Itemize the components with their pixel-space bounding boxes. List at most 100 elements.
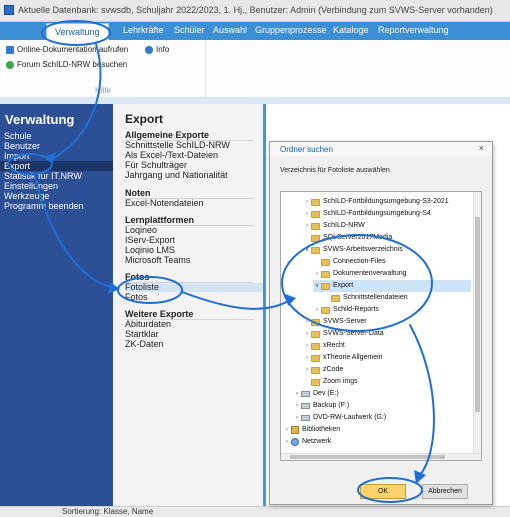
chevron-right-icon[interactable]: › [303,352,311,364]
tree-horizontal-scrollbar[interactable] [281,453,481,460]
dialog-description: Verzeichnis für Fotoliste auswählen [280,167,390,174]
tree-node[interactable]: › SchILD-Fortbildungsumgebung-S3-2021 [303,196,471,208]
nav-item-export[interactable]: Export [0,161,113,171]
chevron-right-icon[interactable]: › [303,196,311,208]
close-icon[interactable]: × [479,143,484,153]
tree-node[interactable]: Zoom imgs [303,376,471,388]
chevron-right-icon[interactable]: › [283,424,291,436]
tree-node[interactable]: › Dev (E:) [293,388,471,400]
chevron-right-icon[interactable]: › [313,268,321,280]
nav-item-import[interactable]: Import [0,151,113,161]
export-item-schnittstelle[interactable]: Schnittstelle SchILD-NRW [125,141,263,150]
tree-node[interactable]: ∨ Export [313,280,471,292]
export-item-fotos[interactable]: Fotos [125,293,263,302]
folder-dialog: Ordner suchen × Verzeichnis für Fotolist… [269,141,493,505]
tab-gruppenprozesse[interactable]: Gruppenprozesse [255,25,327,35]
export-item-teams[interactable]: Microsoft Teams [125,256,263,265]
export-item-notendateien[interactable]: Excel-Notendateien [125,199,263,208]
nav-item-programm-beenden[interactable]: Programm beenden [0,201,113,211]
chevron-right-icon[interactable]: › [313,304,321,316]
tab-schueler[interactable]: Schüler [174,25,205,35]
tree-node-label: Bibliotheken [302,426,341,433]
tree-node[interactable]: › zCode [303,364,471,376]
export-item-loqineo[interactable]: Loqineo [125,226,263,235]
chevron-down-icon[interactable]: ∨ [303,244,311,256]
chevron-down-icon[interactable]: ∨ [313,280,321,292]
folder-icon [331,294,340,302]
chevron-right-icon[interactable]: › [303,220,311,232]
export-item-schultraeger[interactable]: Für Schulträger [125,161,263,170]
export-item-fotoliste[interactable]: Fotoliste [125,283,263,292]
tree-node[interactable]: › Schild-Reports [313,304,471,316]
tree-vertical-scrollbar[interactable] [473,192,481,460]
ribbon-group-label: Hilfe [94,86,111,95]
export-item-iserv[interactable]: IServ-Export [125,236,263,245]
export-item-startklar[interactable]: Startklar [125,330,263,339]
chevron-right-icon[interactable]: › [293,412,301,424]
tree-node[interactable]: › SchILD-NRW [303,220,471,232]
tree-node[interactable]: › Backup (F:) [293,400,471,412]
folder-tree[interactable]: › SchILD-Fortbildungsumgebung-S3-2021 › Sch… [280,191,482,461]
tree-node[interactable]: › SVWS-Server-Data [303,328,471,340]
chevron-right-icon[interactable]: › [283,436,291,448]
tree-node[interactable]: ∨ SVWS-Arbeitsverzeichnis [303,244,471,256]
tab-verwaltung[interactable]: Verwaltung [46,23,109,40]
tree-node[interactable]: › Dokumentenverwaltung [313,268,471,280]
folder-icon [311,222,320,230]
tab-lehrkraefte[interactable]: Lehrkräfte [123,25,164,35]
nav-item-einstellungen[interactable]: Einstellungen [0,181,113,191]
chevron-right-icon[interactable]: › [303,316,311,328]
chevron-right-icon[interactable]: › [293,388,301,400]
chevron-right-icon[interactable]: › [293,400,301,412]
online-doc-label: Online-Dokumentation aufrufen [17,45,129,54]
section-title-allgemein: Allgemeine Exporte [125,130,210,140]
folder-icon [311,246,320,254]
export-item-excel-text[interactable]: Als Excel-/Text-Dateien [125,151,263,160]
nav-item-schule[interactable]: Schule [0,131,113,141]
cancel-button[interactable]: Abbrechen [422,484,468,499]
export-item-jahrgang[interactable]: Jahrgang und Nationalität [125,171,263,180]
nav-item-werkzeuge[interactable]: Werkzeuge [0,191,113,201]
network-icon [291,438,299,446]
tree-node-label: Dev (E:) [313,390,339,397]
chevron-right-icon[interactable]: › [303,364,311,376]
tree-node[interactable]: › xRecht [303,340,471,352]
tree-node[interactable]: › Netzwerk [283,436,471,448]
tree-node[interactable]: Connection-Files [313,256,471,268]
tree-node-label: SchILD-Fortbildungsumgebung-S3-2021 [323,198,449,205]
tree-node-label: SVWS-Arbeitsverzeichnis [323,246,403,253]
folder-icon [321,306,330,314]
scrollbar-thumb[interactable] [475,217,480,412]
nav-item-benutzer[interactable]: Benutzer [0,141,113,151]
export-item-zk-daten[interactable]: ZK-Daten [125,340,263,349]
tree-node[interactable]: SQLServer2017Media [303,232,471,244]
drive-icon [301,403,310,409]
chevron-right-icon[interactable]: › [303,328,311,340]
tree-node[interactable]: › SVWS-Server [303,316,471,328]
online-doc-button[interactable]: Online-Dokumentation aufrufen [6,45,128,54]
book-icon [6,45,14,54]
export-item-abiturdaten[interactable]: Abiturdaten [125,320,263,329]
nav-title: Verwaltung [5,112,75,127]
tree-node[interactable]: › Bibliotheken [283,424,471,436]
tree-node[interactable]: › DVD-RW-Laufwerk (G:) [293,412,471,424]
chevron-right-icon[interactable]: › [303,208,311,220]
tree-node[interactable]: › SchILD-Fortbildungsumgebung-S4 [303,208,471,220]
ribbon-group-hilfe: Online-Dokumentation aufrufen Info Forum… [0,40,206,98]
export-item-loqinio-lms[interactable]: Loqinio LMS [125,246,263,255]
info-button[interactable]: Info [145,45,169,54]
ok-button[interactable]: OK [360,484,406,499]
forum-button[interactable]: Forum SchILD-NRW besuchen [6,60,127,69]
folder-icon [311,234,320,242]
section-title-noten: Noten [125,188,151,198]
tab-kataloge[interactable]: Kataloge [333,25,369,35]
chevron-right-icon[interactable]: › [303,340,311,352]
tree-node[interactable]: Schnittstellendateien [323,292,471,304]
status-bar: Sortierung: Klasse, Name [0,506,510,517]
scrollbar-thumb[interactable] [290,455,445,459]
tab-reportverwaltung[interactable]: Reportverwaltung [378,25,449,35]
app-icon [4,5,14,15]
tree-node[interactable]: › xTheorie Allgemein [303,352,471,364]
nav-item-statistik[interactable]: Statistik für IT.NRW [0,171,113,181]
tab-auswahl[interactable]: Auswahl [213,25,247,35]
